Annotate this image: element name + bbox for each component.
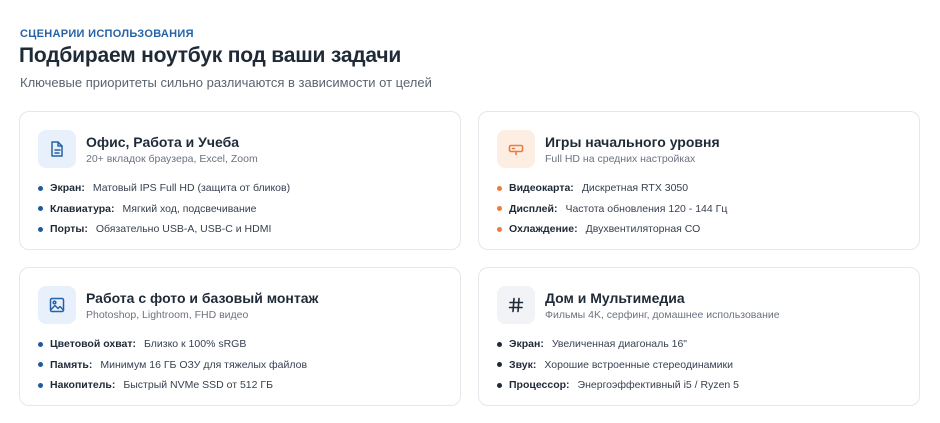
spec-label: Клавиатура: (50, 202, 115, 215)
spec-item: Память: Минимум 16 ГБ ОЗУ для тяжелых фай… (38, 355, 307, 376)
spec-value: Близко к 100% sRGB (144, 338, 247, 351)
card-subtitle: Фильмы 4K, серфинг, домашнее использован… (545, 309, 780, 321)
spec-list: Видеокарта: Дискретная RTX 3050 Дисплей: Ч… (497, 178, 727, 240)
spec-value: Частота обновления 120 - 144 Гц (565, 202, 728, 215)
spec-value: Мягкий ход, подсвечивание (122, 202, 257, 215)
bullet-dot (38, 185, 43, 191)
spec-value: Быстрый NVMe SSD от 512 ГБ (123, 379, 273, 392)
spec-list: Экран: Матовый IPS Full HD (защита от бли… (38, 178, 290, 240)
spec-label: Цветовой охват: (50, 338, 136, 351)
spec-item: Охлаждение: Двухвентиляторная СО (497, 219, 727, 240)
spec-label: Экран: (509, 338, 544, 351)
bullet-dot (497, 206, 502, 212)
card-subtitle: Full HD на средних настройках (545, 153, 696, 165)
spec-item: Экран: Матовый IPS Full HD (защита от бли… (38, 178, 290, 199)
spec-item: Цветовой охват: Близко к 100% sRGB (38, 334, 307, 355)
spec-list: Экран: Увеличенная диагональ 16" Звук: Хор… (497, 334, 739, 396)
spec-value: Хорошие встроенные стереодинамики (544, 358, 734, 371)
scenario-card-home: Дом и Мультимедиа Фильмы 4K, серфинг, до… (478, 267, 920, 406)
spec-label: Дисплей: (509, 202, 558, 215)
bullet-dot (497, 226, 502, 232)
spec-value: Увеличенная диагональ 16" (551, 338, 688, 351)
spec-item: Звук: Хорошие встроенные стереодинамики (497, 355, 739, 376)
spec-label: Процессор: (509, 379, 570, 392)
card-title: Игры начального уровня (545, 134, 720, 150)
bullet-dot (38, 206, 43, 212)
spec-label: Порты: (50, 223, 88, 236)
scenario-card-office: Офис, Работа и Учеба 20+ вкладок браузер… (19, 111, 461, 250)
page-title: Подбираем ноутбук под ваши задачи (19, 44, 402, 67)
bullet-dot (497, 185, 502, 191)
hash-icon (497, 286, 535, 324)
card-title: Офис, Работа и Учеба (86, 134, 240, 150)
spec-item: Порты: Обязательно USB-A, USB-C и HDMI (38, 219, 290, 240)
spec-label: Память: (50, 358, 93, 371)
spec-value: Дискретная RTX 3050 (581, 182, 689, 195)
scenario-card-gaming: Игры начального уровня Full HD на средни… (478, 111, 920, 250)
bullet-dot (38, 382, 43, 388)
bullet-dot (497, 341, 502, 347)
bullet-dot (38, 362, 43, 368)
page-subtitle: Ключевые приоритеты сильно различаются в… (20, 75, 432, 90)
spec-value: Минимум 16 ГБ ОЗУ для тяжелых файлов (100, 358, 308, 371)
card-title: Дом и Мультимедиа (545, 290, 685, 306)
spec-item: Видеокарта: Дискретная RTX 3050 (497, 178, 727, 199)
gamepad-icon (497, 130, 535, 168)
spec-label: Накопитель: (50, 379, 116, 392)
card-subtitle: Photoshop, Lightroom, FHD видео (86, 309, 249, 321)
spec-value: Матовый IPS Full HD (защита от бликов) (92, 182, 291, 195)
spec-value: Энергоэффективный i5 / Ryzen 5 (577, 379, 740, 392)
bullet-dot (38, 226, 43, 232)
spec-value: Обязательно USB-A, USB-C и HDMI (95, 223, 272, 236)
spec-label: Видеокарта: (509, 182, 574, 195)
card-subtitle: 20+ вкладок браузера, Excel, Zoom (86, 153, 258, 165)
bullet-dot (497, 362, 502, 368)
spec-label: Экран: (50, 182, 85, 195)
spec-item: Экран: Увеличенная диагональ 16" (497, 334, 739, 355)
section-eyebrow: СЦЕНАРИИ ИСПОЛЬЗОВАНИЯ (20, 28, 194, 40)
spec-list: Цветовой охват: Близко к 100% sRGB Память… (38, 334, 307, 396)
image-icon (38, 286, 76, 324)
spec-item: Дисплей: Частота обновления 120 - 144 Гц (497, 199, 727, 220)
spec-label: Охлаждение: (509, 223, 578, 236)
scenario-card-photo: Работа с фото и базовый монтаж Photoshop… (19, 267, 461, 406)
spec-item: Накопитель: Быстрый NVMe SSD от 512 ГБ (38, 375, 307, 396)
spec-label: Звук: (509, 358, 537, 371)
card-title: Работа с фото и базовый монтаж (86, 290, 319, 306)
bullet-dot (38, 341, 43, 347)
spec-item: Клавиатура: Мягкий ход, подсвечивание (38, 199, 290, 220)
document-icon (38, 130, 76, 168)
spec-item: Процессор: Энергоэффективный i5 / Ryzen 5 (497, 375, 739, 396)
bullet-dot (497, 382, 502, 388)
spec-value: Двухвентиляторная СО (585, 223, 701, 236)
